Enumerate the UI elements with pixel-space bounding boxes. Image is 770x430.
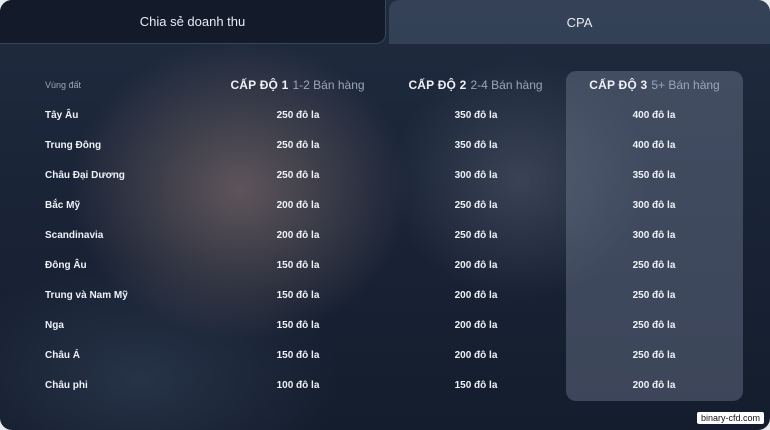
level-3-range: 5+ Bán hàng (651, 78, 720, 92)
level-1-value: 150 đô la (276, 259, 320, 271)
tab-revenue-share-label: Chia sẻ doanh thu (139, 14, 246, 29)
level-3-value: 300 đô la (632, 199, 676, 211)
level-1-value: 250 đô la (276, 109, 320, 121)
region-column-header: Vùng đất (45, 80, 82, 90)
level-1-range: 1-2 Bán hàng (292, 78, 365, 92)
level-1-value: 150 đô la (276, 319, 320, 331)
table-row: Châu phi 100 đô la 150 đô la 200 đô la (0, 370, 770, 400)
tab-revenue-share[interactable]: Chia sẻ doanh thu (0, 0, 386, 44)
table-row: Trung và Nam Mỹ 150 đô la 200 đô la 250 … (0, 280, 770, 310)
level-3-name: CẤP ĐỘ 3 (589, 78, 648, 92)
level-2-value: 250 đô la (454, 199, 498, 211)
table-row: Trung Đông 250 đô la 350 đô la 400 đô la (0, 130, 770, 160)
level-3-value: 350 đô la (632, 169, 676, 181)
table-row: Châu Đại Dương 250 đô la 300 đô la 350 đ… (0, 160, 770, 190)
level-1-value: 250 đô la (276, 169, 320, 181)
level-2-value: 350 đô la (454, 139, 498, 151)
region-name: Châu Đại Dương (45, 169, 125, 181)
level-3-value: 200 đô la (632, 379, 676, 391)
level-1-name: CẤP ĐỘ 1 (230, 78, 289, 92)
region-name: Scandinavia (45, 229, 104, 241)
level-1-value: 150 đô la (276, 349, 320, 361)
level-3-header: CẤP ĐỘ 3 5+ Bán hàng (566, 74, 743, 96)
level-2-range: 2-4 Bán hàng (470, 78, 543, 92)
tab-cpa-label: CPA (566, 14, 593, 30)
level-3-value: 400 đô la (632, 139, 676, 151)
level-2-value: 200 đô la (454, 289, 498, 301)
level-3-value: 250 đô la (632, 319, 676, 331)
level-3-value: 250 đô la (632, 349, 676, 361)
level-2-value: 200 đô la (454, 319, 498, 331)
site-watermark: binary-cfd.com (696, 412, 764, 424)
level-2-value: 150 đô la (454, 379, 498, 391)
level-1-header: CẤP ĐỘ 1 1-2 Bán hàng (209, 74, 386, 96)
region-name: Tây Âu (45, 109, 79, 121)
level-1-value: 200 đô la (276, 229, 320, 241)
level-2-header: CẤP ĐỘ 2 2-4 Bán hàng (387, 74, 564, 96)
level-1-value: 250 đô la (276, 139, 320, 151)
table-row: Nga 150 đô la 200 đô la 250 đô la (0, 310, 770, 340)
level-1-value: 100 đô la (276, 379, 320, 391)
region-name: Trung Đông (45, 139, 102, 151)
level-2-value: 300 đô la (454, 169, 498, 181)
level-3-value: 250 đô la (632, 289, 676, 301)
region-name: Nga (45, 319, 64, 331)
level-1-value: 150 đô la (276, 289, 320, 301)
level-2-value: 200 đô la (454, 349, 498, 361)
level-3-value: 250 đô la (632, 259, 676, 271)
cpa-panel: Chia sẻ doanh thu CPA Vùng đất CẤP ĐỘ 1 … (0, 0, 770, 430)
region-name: Châu Á (45, 349, 80, 361)
tab-bar: Chia sẻ doanh thu CPA (0, 0, 770, 44)
level-2-value: 350 đô la (454, 109, 498, 121)
level-1-value: 200 đô la (276, 199, 320, 211)
level-2-value: 200 đô la (454, 259, 498, 271)
level-3-value: 300 đô la (632, 229, 676, 241)
level-2-value: 250 đô la (454, 229, 498, 241)
region-name: Đông Âu (45, 259, 87, 271)
tab-cpa[interactable]: CPA (389, 0, 770, 44)
region-name: Trung và Nam Mỹ (45, 289, 128, 301)
table-row: Đông Âu 150 đô la 200 đô la 250 đô la (0, 250, 770, 280)
level-2-name: CẤP ĐỘ 2 (408, 78, 467, 92)
level-3-value: 400 đô la (632, 109, 676, 121)
region-name: Bắc Mỹ (45, 199, 81, 211)
region-name: Châu phi (45, 379, 88, 391)
table-row: Bắc Mỹ 200 đô la 250 đô la 300 đô la (0, 190, 770, 220)
table-row: Scandinavia 200 đô la 250 đô la 300 đô l… (0, 220, 770, 250)
table-row: Tây Âu 250 đô la 350 đô la 400 đô la (0, 100, 770, 130)
table-row: Châu Á 150 đô la 200 đô la 250 đô la (0, 340, 770, 370)
